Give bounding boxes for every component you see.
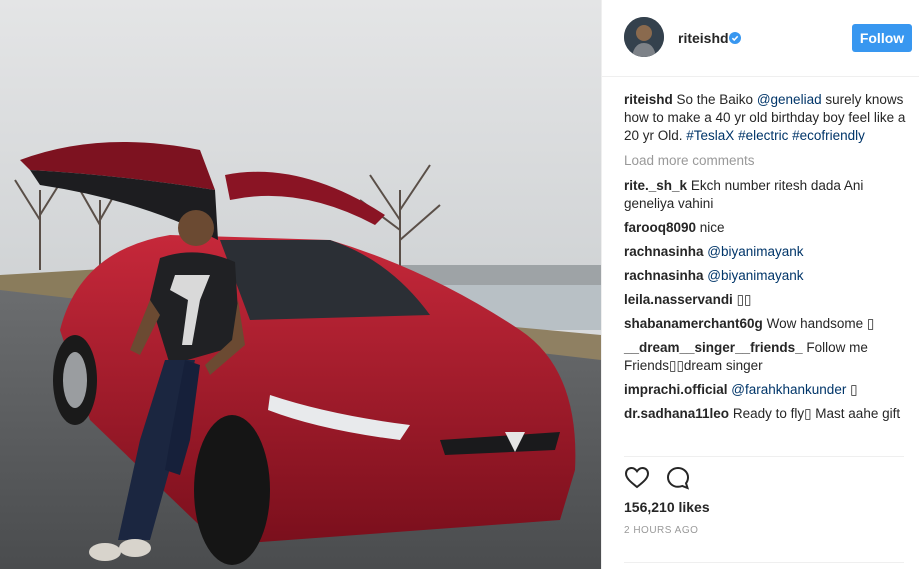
comment-text: ▯ xyxy=(850,382,858,397)
comment-icon[interactable] xyxy=(665,465,691,491)
likes-count[interactable]: 156,210 likes xyxy=(624,499,710,515)
comment-username[interactable]: shabanamerchant60g xyxy=(624,316,763,331)
hashtag-link[interactable]: #ecofriendly xyxy=(792,128,865,143)
caption: riteishd So the Baiko @geneliad surely k… xyxy=(624,91,906,145)
comments-list: riteishd So the Baiko @geneliad surely k… xyxy=(624,91,906,429)
load-more-comments-link[interactable]: Load more comments xyxy=(624,152,906,170)
avatar-image xyxy=(624,17,664,57)
comment-username[interactable]: __dream__singer__friends_ xyxy=(624,340,803,355)
comment-username[interactable]: rachnasinha xyxy=(624,244,704,259)
post-photo[interactable] xyxy=(0,0,601,569)
hashtag-link[interactable]: #TeslaX xyxy=(686,128,734,143)
comment-username[interactable]: imprachi.official xyxy=(624,382,728,397)
divider xyxy=(624,456,904,457)
post-header: riteishd Follow xyxy=(602,0,919,77)
avatar[interactable] xyxy=(624,17,664,57)
comment-text: nice xyxy=(699,220,725,235)
comment-item: dr.sadhana11leo Ready to fly▯ Mast aahe … xyxy=(624,405,906,423)
comment-username[interactable]: rite._sh_k xyxy=(624,178,687,193)
hashtag-link[interactable]: #electric xyxy=(738,128,788,143)
comment-username[interactable]: dr.sadhana11leo xyxy=(624,406,729,421)
comment-mention[interactable]: @biyanimayank xyxy=(707,268,803,283)
heart-icon[interactable] xyxy=(624,465,650,491)
comment-item: leila.nasservandi ▯▯ xyxy=(624,291,906,309)
caption-mention[interactable]: @geneliad xyxy=(757,92,822,107)
post-details-panel: riteishd Follow riteishd So the Baiko @g… xyxy=(601,0,919,569)
comment-item: __dream__singer__friends_ Follow me Frie… xyxy=(624,339,906,375)
verified-badge-icon xyxy=(729,32,741,44)
caption-username[interactable]: riteishd xyxy=(624,92,673,107)
comment-item: shabanamerchant60g Wow handsome ▯ xyxy=(624,315,906,333)
comment-item: imprachi.official @farahkhankunder ▯ xyxy=(624,381,906,399)
photo-illustration xyxy=(0,0,601,569)
comment-username[interactable]: farooq8090 xyxy=(624,220,696,235)
comment-item: rite._sh_k Ekch number ritesh dada Ani g… xyxy=(624,177,906,213)
comment-text: ▯▯ xyxy=(736,292,752,307)
comment-mention[interactable]: @farahkhankunder xyxy=(731,382,846,397)
comment-mention[interactable]: @biyanimayank xyxy=(707,244,803,259)
comment-item: rachnasinha @biyanimayank xyxy=(624,243,906,261)
comment-username[interactable]: leila.nasservandi xyxy=(624,292,733,307)
comment-item: farooq8090 nice xyxy=(624,219,906,237)
header-username[interactable]: riteishd xyxy=(678,30,729,46)
caption-text-1: So the Baiko xyxy=(672,92,757,107)
follow-button[interactable]: Follow xyxy=(852,24,912,52)
comment-username[interactable]: rachnasinha xyxy=(624,268,704,283)
post-timestamp: 2 HOURS AGO xyxy=(624,525,699,536)
comment-item: rachnasinha @biyanimayank xyxy=(624,267,906,285)
comment-text: Wow handsome ▯ xyxy=(766,316,875,331)
comment-text: Ready to fly▯ Mast aahe gift xyxy=(732,406,901,421)
